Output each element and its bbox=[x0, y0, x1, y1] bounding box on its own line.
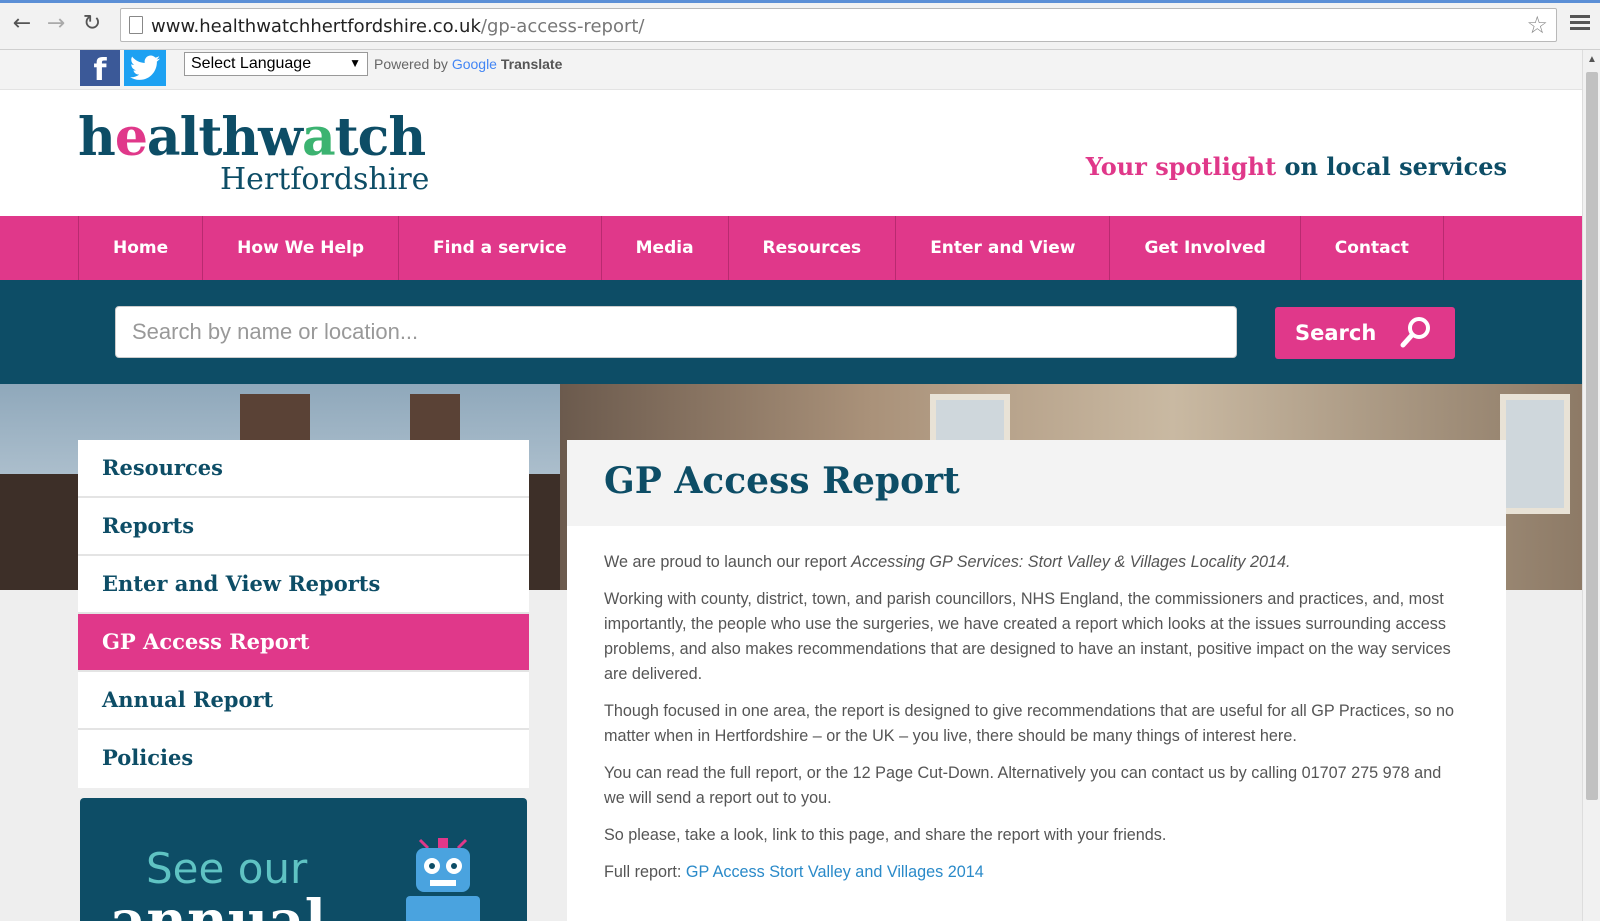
browser-top-accent bbox=[0, 0, 1600, 3]
search-button[interactable]: Search bbox=[1275, 307, 1455, 359]
tagline-highlight: Your spotlight bbox=[1085, 152, 1277, 181]
url-domain: www.healthwatchhertfordshire.co.uk bbox=[151, 16, 481, 37]
search-button-label: Search bbox=[1295, 321, 1377, 345]
address-bar[interactable]: www.healthwatchhertfordshire.co.uk/gp-ac… bbox=[120, 8, 1557, 42]
paragraph: Though focused in one area, the report i… bbox=[604, 702, 1455, 745]
google-logo-text: Google bbox=[451, 56, 497, 72]
nav-item-find-a-service[interactable]: Find a service bbox=[399, 216, 602, 280]
annual-report-promo[interactable]: See our annual bbox=[80, 798, 527, 921]
nav-item-resources[interactable]: Resources bbox=[729, 216, 897, 280]
language-select[interactable]: Select Language ▼ bbox=[184, 52, 368, 76]
sidebar-item-gp-access-report[interactable]: GP Access Report bbox=[78, 614, 529, 672]
nav-item-contact[interactable]: Contact bbox=[1301, 216, 1444, 280]
sidebar-item-policies[interactable]: Policies bbox=[78, 730, 529, 788]
promo-line-1: See our bbox=[146, 844, 308, 893]
full-report-label: Full report: bbox=[604, 863, 686, 881]
bookmark-star-icon[interactable]: ☆ bbox=[1526, 11, 1548, 39]
powered-by-text: Powered by bbox=[374, 56, 448, 72]
sidebar-item-annual-report[interactable]: Annual Report bbox=[78, 672, 529, 730]
full-report-link[interactable]: GP Access Stort Valley and Villages 2014 bbox=[686, 863, 984, 881]
tagline-rest: on local services bbox=[1276, 152, 1507, 181]
reload-icon[interactable]: ↻ bbox=[78, 10, 106, 38]
logo-subtitle: Hertfordshire bbox=[220, 162, 430, 197]
forward-icon[interactable]: → bbox=[42, 10, 70, 38]
main-content: GP Access Report We are proud to launch … bbox=[567, 440, 1506, 921]
url-path: /gp-access-report/ bbox=[480, 16, 645, 37]
logo-part-accent: a bbox=[301, 107, 336, 168]
dropdown-caret-icon: ▼ bbox=[349, 56, 361, 70]
scroll-up-arrow-icon[interactable]: ▲ bbox=[1587, 54, 1597, 65]
twitter-bird-icon bbox=[130, 55, 160, 80]
paragraph: Full report: GP Access Stort Valley and … bbox=[604, 860, 1466, 885]
page-icon bbox=[129, 16, 143, 34]
nav-item-media[interactable]: Media bbox=[602, 216, 729, 280]
page-scrollbar[interactable]: ▲ bbox=[1582, 50, 1600, 921]
translate-link[interactable]: Translate bbox=[501, 56, 562, 72]
robot-illustration-icon bbox=[406, 838, 480, 921]
twitter-icon[interactable] bbox=[124, 50, 166, 86]
page-title: GP Access Report bbox=[604, 460, 960, 502]
utility-bar: f Select Language ▼ Powered by Google Tr… bbox=[0, 50, 1582, 90]
healthwatch-logo[interactable]: healthwatch Hertfordshire bbox=[78, 107, 429, 198]
paragraph: Working with county, district, town, and… bbox=[604, 590, 1451, 683]
nav-item-enter-and-view[interactable]: Enter and View bbox=[896, 216, 1111, 280]
logo-part: althw bbox=[146, 107, 303, 168]
nav-item-get-involved[interactable]: Get Involved bbox=[1110, 216, 1301, 280]
site-header: healthwatch Hertfordshire Your spotlight… bbox=[0, 90, 1582, 216]
browser-toolbar: ← → ↻ www.healthwatchhertfordshire.co.uk… bbox=[0, 0, 1600, 50]
powered-by-google-translate: Powered by Google Translate bbox=[374, 56, 562, 72]
site-tagline: Your spotlight on local services bbox=[1086, 152, 1507, 181]
sidebar-menu: Resources Reports Enter and View Reports… bbox=[78, 440, 529, 788]
sidebar-item-reports[interactable]: Reports bbox=[78, 498, 529, 556]
browser-menu-icon[interactable] bbox=[1570, 12, 1590, 36]
sidebar-item-resources[interactable]: Resources bbox=[78, 440, 529, 498]
search-input[interactable] bbox=[115, 306, 1237, 358]
logo-wordmark: healthwatch bbox=[78, 107, 426, 168]
nav-item-how-we-help[interactable]: How We Help bbox=[203, 216, 400, 280]
facebook-icon[interactable]: f bbox=[80, 50, 120, 88]
search-icon bbox=[1400, 317, 1430, 348]
search-band: Search bbox=[0, 280, 1582, 384]
promo-line-2: annual bbox=[110, 888, 326, 921]
logo-part-accent: e bbox=[114, 107, 148, 168]
paragraph: So please, take a look, link to this pag… bbox=[604, 826, 1167, 844]
paragraph-text: We are proud to launch our report bbox=[604, 553, 852, 571]
main-navigation: Home How We Help Find a service Media Re… bbox=[0, 216, 1582, 280]
logo-part: h bbox=[78, 107, 116, 168]
scrollbar-thumb[interactable] bbox=[1586, 72, 1598, 800]
back-icon[interactable]: ← bbox=[8, 10, 36, 38]
language-select-value: Select Language bbox=[191, 55, 312, 72]
paragraph: You can read the full report, or the 12 … bbox=[604, 764, 1442, 807]
url-text[interactable]: www.healthwatchhertfordshire.co.uk/gp-ac… bbox=[151, 16, 644, 37]
nav-item-home[interactable]: Home bbox=[79, 216, 204, 280]
sidebar-item-enter-and-view-reports[interactable]: Enter and View Reports bbox=[78, 556, 529, 614]
report-title-italic: Accessing GP Services: Stort Valley & Vi… bbox=[851, 553, 1291, 571]
hero-window bbox=[1500, 394, 1570, 514]
logo-part: tch bbox=[334, 107, 426, 168]
paragraph: We are proud to launch our report Access… bbox=[604, 550, 1466, 575]
article-body: We are proud to launch our report Access… bbox=[604, 550, 1466, 897]
